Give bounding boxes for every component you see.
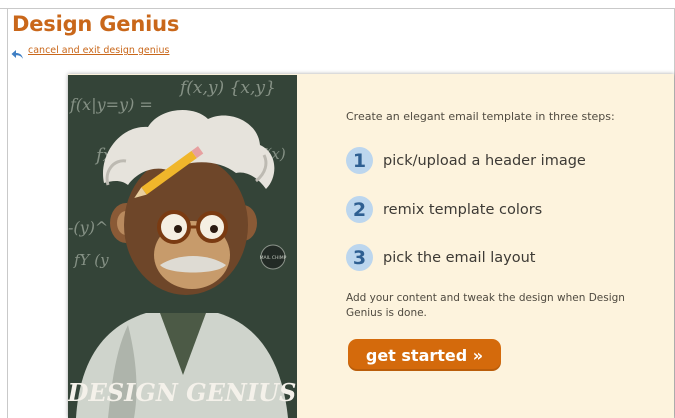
step-3: 3 pick the email layout <box>346 244 535 271</box>
step-number-badge: 1 <box>346 147 373 174</box>
page-title: Design Genius <box>12 12 180 36</box>
cancel-row[interactable]: cancel and exit design genius <box>11 45 169 59</box>
step-1: 1 pick/upload a header image <box>346 147 586 174</box>
design-genius-illustration: f(x,y) {x,y} f(x|y=y) = fx f(x) -(y)^ fY… <box>68 75 297 418</box>
step-label: pick the email layout <box>383 249 536 266</box>
intro-text: Create an elegant email template in thre… <box>346 110 615 123</box>
wizard-content: Create an elegant email template in thre… <box>346 74 666 418</box>
step-label: pick/upload a header image <box>383 152 586 169</box>
step-number-badge: 3 <box>346 244 373 271</box>
chalk-formula: f(x,y) {x,y} <box>178 78 276 98</box>
step-2: 2 remix template colors <box>346 196 542 223</box>
back-arrow-icon <box>11 45 24 59</box>
window-left-border <box>7 8 8 418</box>
wizard-card: f(x,y) {x,y} f(x|y=y) = fx f(x) -(y)^ fY… <box>68 74 674 418</box>
badge-text: MAIL CHIMP <box>260 255 287 261</box>
get-started-button[interactable]: get started » <box>348 339 501 371</box>
outro-text: Add your content and tweak the design wh… <box>346 292 625 319</box>
chalk-formula: fY (y <box>73 251 109 269</box>
chalk-formula: f(x|y=y) = <box>69 95 153 114</box>
step-label: remix template colors <box>383 201 543 218</box>
chalk-formula: -(y)^ <box>68 218 108 237</box>
window-top-border <box>0 8 675 9</box>
cancel-exit-link[interactable]: cancel and exit design genius <box>28 45 169 56</box>
illustration-caption: DESIGN GENIUS <box>68 378 296 407</box>
step-number-badge: 2 <box>346 196 373 223</box>
